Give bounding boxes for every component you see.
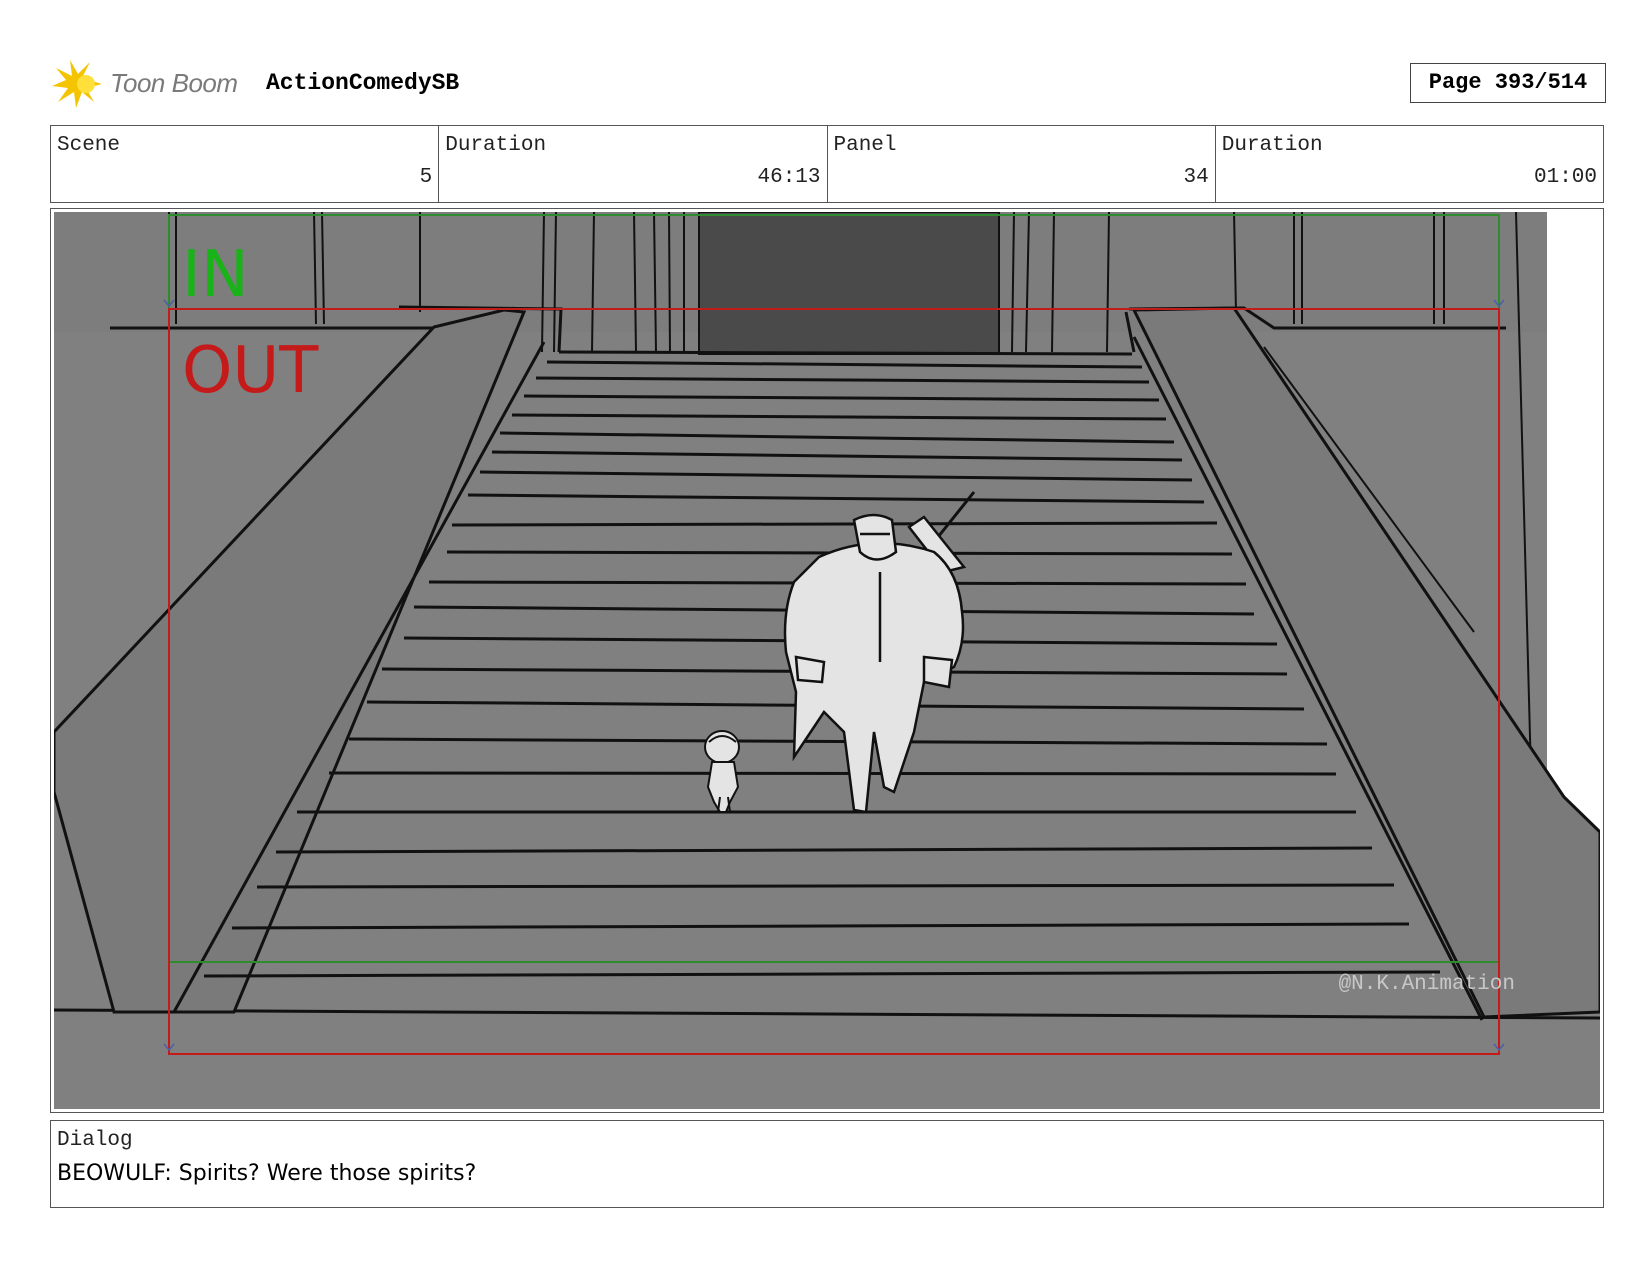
panel-duration-label: Duration (1221, 134, 1323, 157)
scene-duration-value: 46:13 (757, 166, 821, 189)
panel-label: Panel (833, 134, 897, 157)
dialog-text: BEOWULF: Spirits? Were those spirits? (57, 1161, 477, 1186)
storyboard-header: Toon Boom ActionComedySB Page 393/514 (52, 58, 1606, 110)
starburst-icon (52, 60, 102, 108)
in-label: IN (182, 238, 249, 312)
dialog-box: Dialog BEOWULF: Spirits? Were those spir… (50, 1120, 1604, 1208)
scene-value: 5 (419, 166, 433, 189)
scene-duration-cell: Duration 46:13 (439, 126, 828, 202)
doorway (698, 212, 1000, 355)
scene-duration-label: Duration (445, 134, 547, 157)
out-label: OUT (182, 334, 319, 408)
panel-info-row: Scene 5 Duration 46:13 Panel 34 Duration… (50, 125, 1604, 203)
page-number: Page 393/514 (1410, 63, 1606, 103)
logo-text: Toon Boom (110, 68, 238, 98)
right-margin (1547, 212, 1600, 802)
scene-cell: Scene 5 (51, 126, 440, 202)
panel-image-frame: IN OUT @N.K.Animation (50, 208, 1604, 1113)
watermark: @N.K.Animation (1338, 973, 1515, 996)
toon-boom-logo: Toon Boom (52, 58, 252, 110)
panel-value: 34 (1183, 166, 1209, 189)
project-name: ActionComedySB (266, 70, 460, 96)
panel-duration-cell: Duration 01:00 (1216, 126, 1603, 202)
panel-cell: Panel 34 (828, 126, 1216, 202)
panel-duration-value: 01:00 (1533, 166, 1597, 189)
scene-label: Scene (57, 134, 121, 157)
dialog-label: Dialog (57, 1129, 133, 1152)
